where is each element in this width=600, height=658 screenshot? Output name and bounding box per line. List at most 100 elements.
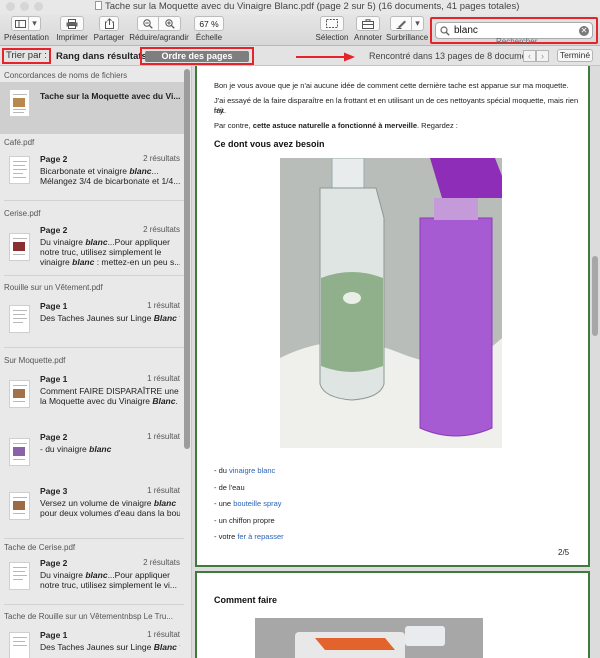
result-count: 1 résultat: [147, 486, 180, 495]
selection-label: Sélection: [315, 33, 349, 42]
list-item: - du vinaigre blanc: [214, 466, 276, 475]
share-icon: [99, 16, 119, 31]
supplies-photo: [280, 158, 502, 448]
sidebar-scrollbar[interactable]: [184, 69, 190, 449]
annotate-label: Annoter: [353, 33, 383, 42]
chevron-down-icon[interactable]: ▾: [412, 16, 424, 31]
page-thumbnail: [9, 438, 30, 466]
sort-by-label: Trier par :: [2, 48, 51, 64]
document-scrollbar[interactable]: [592, 256, 598, 336]
presentation-control[interactable]: ▾ Présentation: [4, 16, 49, 42]
share-button[interactable]: Partager: [91, 16, 127, 42]
result-snippet: Des Taches Jaunes sur Linge Blanc ?: [40, 313, 180, 323]
selection-button[interactable]: Sélection: [314, 16, 350, 42]
result-row[interactable]: Page 1 1 résultat Des Taches Jaunes sur …: [0, 295, 184, 339]
annotate-button[interactable]: Annoter: [352, 16, 384, 42]
page-thumbnail: [9, 632, 30, 658]
result-row[interactable]: Page 1 1 résultat Comment FAIRE DISPARAÎ…: [0, 368, 184, 418]
separator: [4, 347, 184, 348]
result-group-header: Café.pdf: [4, 138, 35, 147]
result-page: Page 1: [40, 374, 68, 384]
result-row[interactable]: Page 2 2 résultats Bicarbonate et vinaig…: [0, 150, 184, 198]
close-window-button[interactable]: [6, 2, 15, 11]
filename-matches-header: Concordances de noms de fichiers: [4, 71, 128, 80]
spray-bottle-link[interactable]: bouteille spray: [233, 499, 281, 508]
zoom-out-icon[interactable]: [137, 16, 159, 31]
sort-bar: Trier par : Rang dans résultats Ordre de…: [0, 46, 600, 66]
result-row[interactable]: Tache sur la Moquette avec du Vi...: [0, 82, 184, 134]
chevron-down-icon[interactable]: ▾: [29, 16, 41, 31]
result-group-header: Tache de Cerise.pdf: [4, 543, 76, 552]
result-snippet: vinaigre blanc : mettez-en un peu s...: [40, 257, 180, 267]
result-row[interactable]: Page 2 1 résultat - du vinaigre blanc: [0, 426, 184, 470]
results-count: Rencontré dans 13 pages de 8 documents: [369, 51, 539, 61]
result-snippet: Des Taches Jaunes sur Linge Blanc ?: [40, 642, 180, 652]
presentation-label: Présentation: [4, 33, 49, 42]
result-count: 1 résultat: [147, 630, 180, 639]
highlighter-icon[interactable]: [390, 16, 412, 31]
clear-search-icon[interactable]: ✕: [579, 26, 589, 36]
zoom-control[interactable]: Réduire/agrandir: [128, 16, 190, 42]
previous-result-button[interactable]: ‹: [523, 50, 536, 62]
section-heading: Ce dont vous avez besoin: [214, 139, 325, 149]
result-count: 2 résultats: [143, 225, 180, 234]
print-button[interactable]: Imprimer: [54, 16, 90, 42]
result-row[interactable]: Page 2 2 résultats Du vinaigre blanc...P…: [0, 554, 184, 600]
search-results-sidebar: Concordances de noms de fichiers Tache s…: [0, 66, 192, 658]
print-label: Imprimer: [56, 33, 88, 42]
scale-label: Échelle: [195, 33, 223, 42]
scale-field[interactable]: 67 %: [194, 16, 224, 31]
zoom-label: Réduire/agrandir: [129, 33, 189, 42]
list-item: - votre fer à repasser: [214, 532, 284, 541]
result-count: 2 résultats: [143, 558, 180, 567]
page-thumbnail: [9, 562, 30, 590]
zoom-in-icon[interactable]: [159, 16, 181, 31]
result-snippet: Du vinaigre blanc...Pour appliquer: [40, 570, 170, 580]
page-thumbnail: [9, 380, 30, 408]
separator: [4, 604, 184, 605]
result-page: Page 1: [40, 630, 68, 640]
sort-by-rank-button[interactable]: Rang dans résultats: [56, 51, 147, 62]
sidebar-icon[interactable]: [11, 16, 29, 31]
title-bar: Tache sur la Moquette avec du Vinaigre B…: [0, 0, 600, 14]
iron-link[interactable]: fer à repasser: [237, 532, 283, 541]
highlight-control[interactable]: ▾ Surbrillance: [386, 16, 428, 42]
result-snippet: pour deux volumes d'eau dans la bou...: [40, 508, 180, 518]
minimize-window-button[interactable]: [20, 2, 29, 11]
scale-control[interactable]: 67 % Échelle: [192, 16, 226, 42]
next-result-button[interactable]: ›: [536, 50, 549, 62]
paragraph: fait.: [214, 106, 227, 115]
result-navigation: ‹ ›: [523, 50, 549, 62]
highlight-label: Surbrillance: [386, 33, 429, 42]
result-snippet: Bicarbonate et vinaigre blanc...: [40, 166, 159, 176]
separator: [4, 200, 184, 201]
result-count: 1 résultat: [147, 432, 180, 441]
paragraph: Par contre, cette astuce naturelle a fon…: [214, 121, 458, 130]
pdf-document-icon: [95, 1, 102, 10]
result-page: Page 2: [40, 558, 68, 568]
red-arrow-annotation: [296, 52, 355, 62]
result-group-header: Rouille sur un Vêtement.pdf: [4, 283, 103, 292]
result-row[interactable]: Page 2 2 résultats Du vinaigre blanc...P…: [0, 221, 184, 281]
page-thumbnail: [9, 492, 30, 520]
result-snippet: Du vinaigre blanc...Pour appliquer: [40, 237, 170, 247]
sort-by-page-order-button[interactable]: Ordre des pages: [145, 51, 249, 62]
result-row[interactable]: Page 1 1 résultat Des Taches Jaunes sur …: [0, 624, 184, 658]
result-group-header: Cerise.pdf: [4, 209, 41, 218]
window-title: Tache sur la Moquette avec du Vinaigre B…: [95, 1, 519, 12]
result-page: Page 2: [40, 154, 68, 164]
result-page: Page 1: [40, 301, 68, 311]
result-page: Page 3: [40, 486, 68, 496]
result-row[interactable]: Page 3 1 résultat Versez un volume de vi…: [0, 480, 184, 530]
share-label: Partager: [93, 33, 125, 42]
vinegar-link[interactable]: vinaigre blanc: [229, 466, 275, 475]
result-snippet: notre truc, utilisez simplement le: [40, 247, 162, 257]
document-page: Comment faire: [195, 571, 590, 658]
done-button[interactable]: Terminé: [557, 49, 593, 62]
step-photo: [255, 618, 483, 658]
result-count: 1 résultat: [147, 374, 180, 383]
selection-icon: [320, 16, 344, 31]
separator: [4, 275, 184, 276]
zoom-window-button[interactable]: [34, 2, 43, 11]
page-thumbnail: [9, 156, 30, 184]
